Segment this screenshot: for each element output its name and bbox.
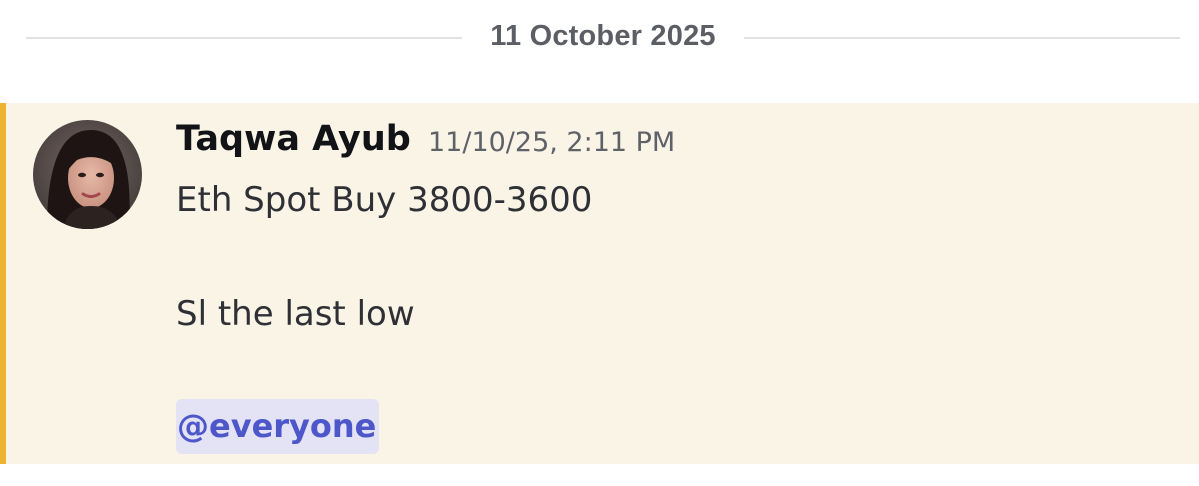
divider-line-left xyxy=(26,37,462,39)
avatar-photo-icon xyxy=(33,120,142,229)
chat-message[interactable]: Taqwa Ayub 11/10/25, 2:11 PM Eth Spot Bu… xyxy=(0,103,1199,464)
mention-highlight-bar xyxy=(0,103,6,464)
message-timestamp: 11/10/25, 2:11 PM xyxy=(428,127,676,158)
message-author-name[interactable]: Taqwa Ayub xyxy=(176,119,411,159)
date-divider-label: 11 October 2025 xyxy=(490,20,716,52)
message-text-line: Sl the last low xyxy=(176,294,415,334)
date-divider: 11 October 2025 xyxy=(0,14,1199,62)
everyone-mention[interactable]: @everyone xyxy=(176,399,380,454)
message-text-line: Eth Spot Buy 3800-3600 xyxy=(176,180,593,220)
user-avatar[interactable] xyxy=(33,120,142,229)
divider-line-right xyxy=(744,37,1180,39)
